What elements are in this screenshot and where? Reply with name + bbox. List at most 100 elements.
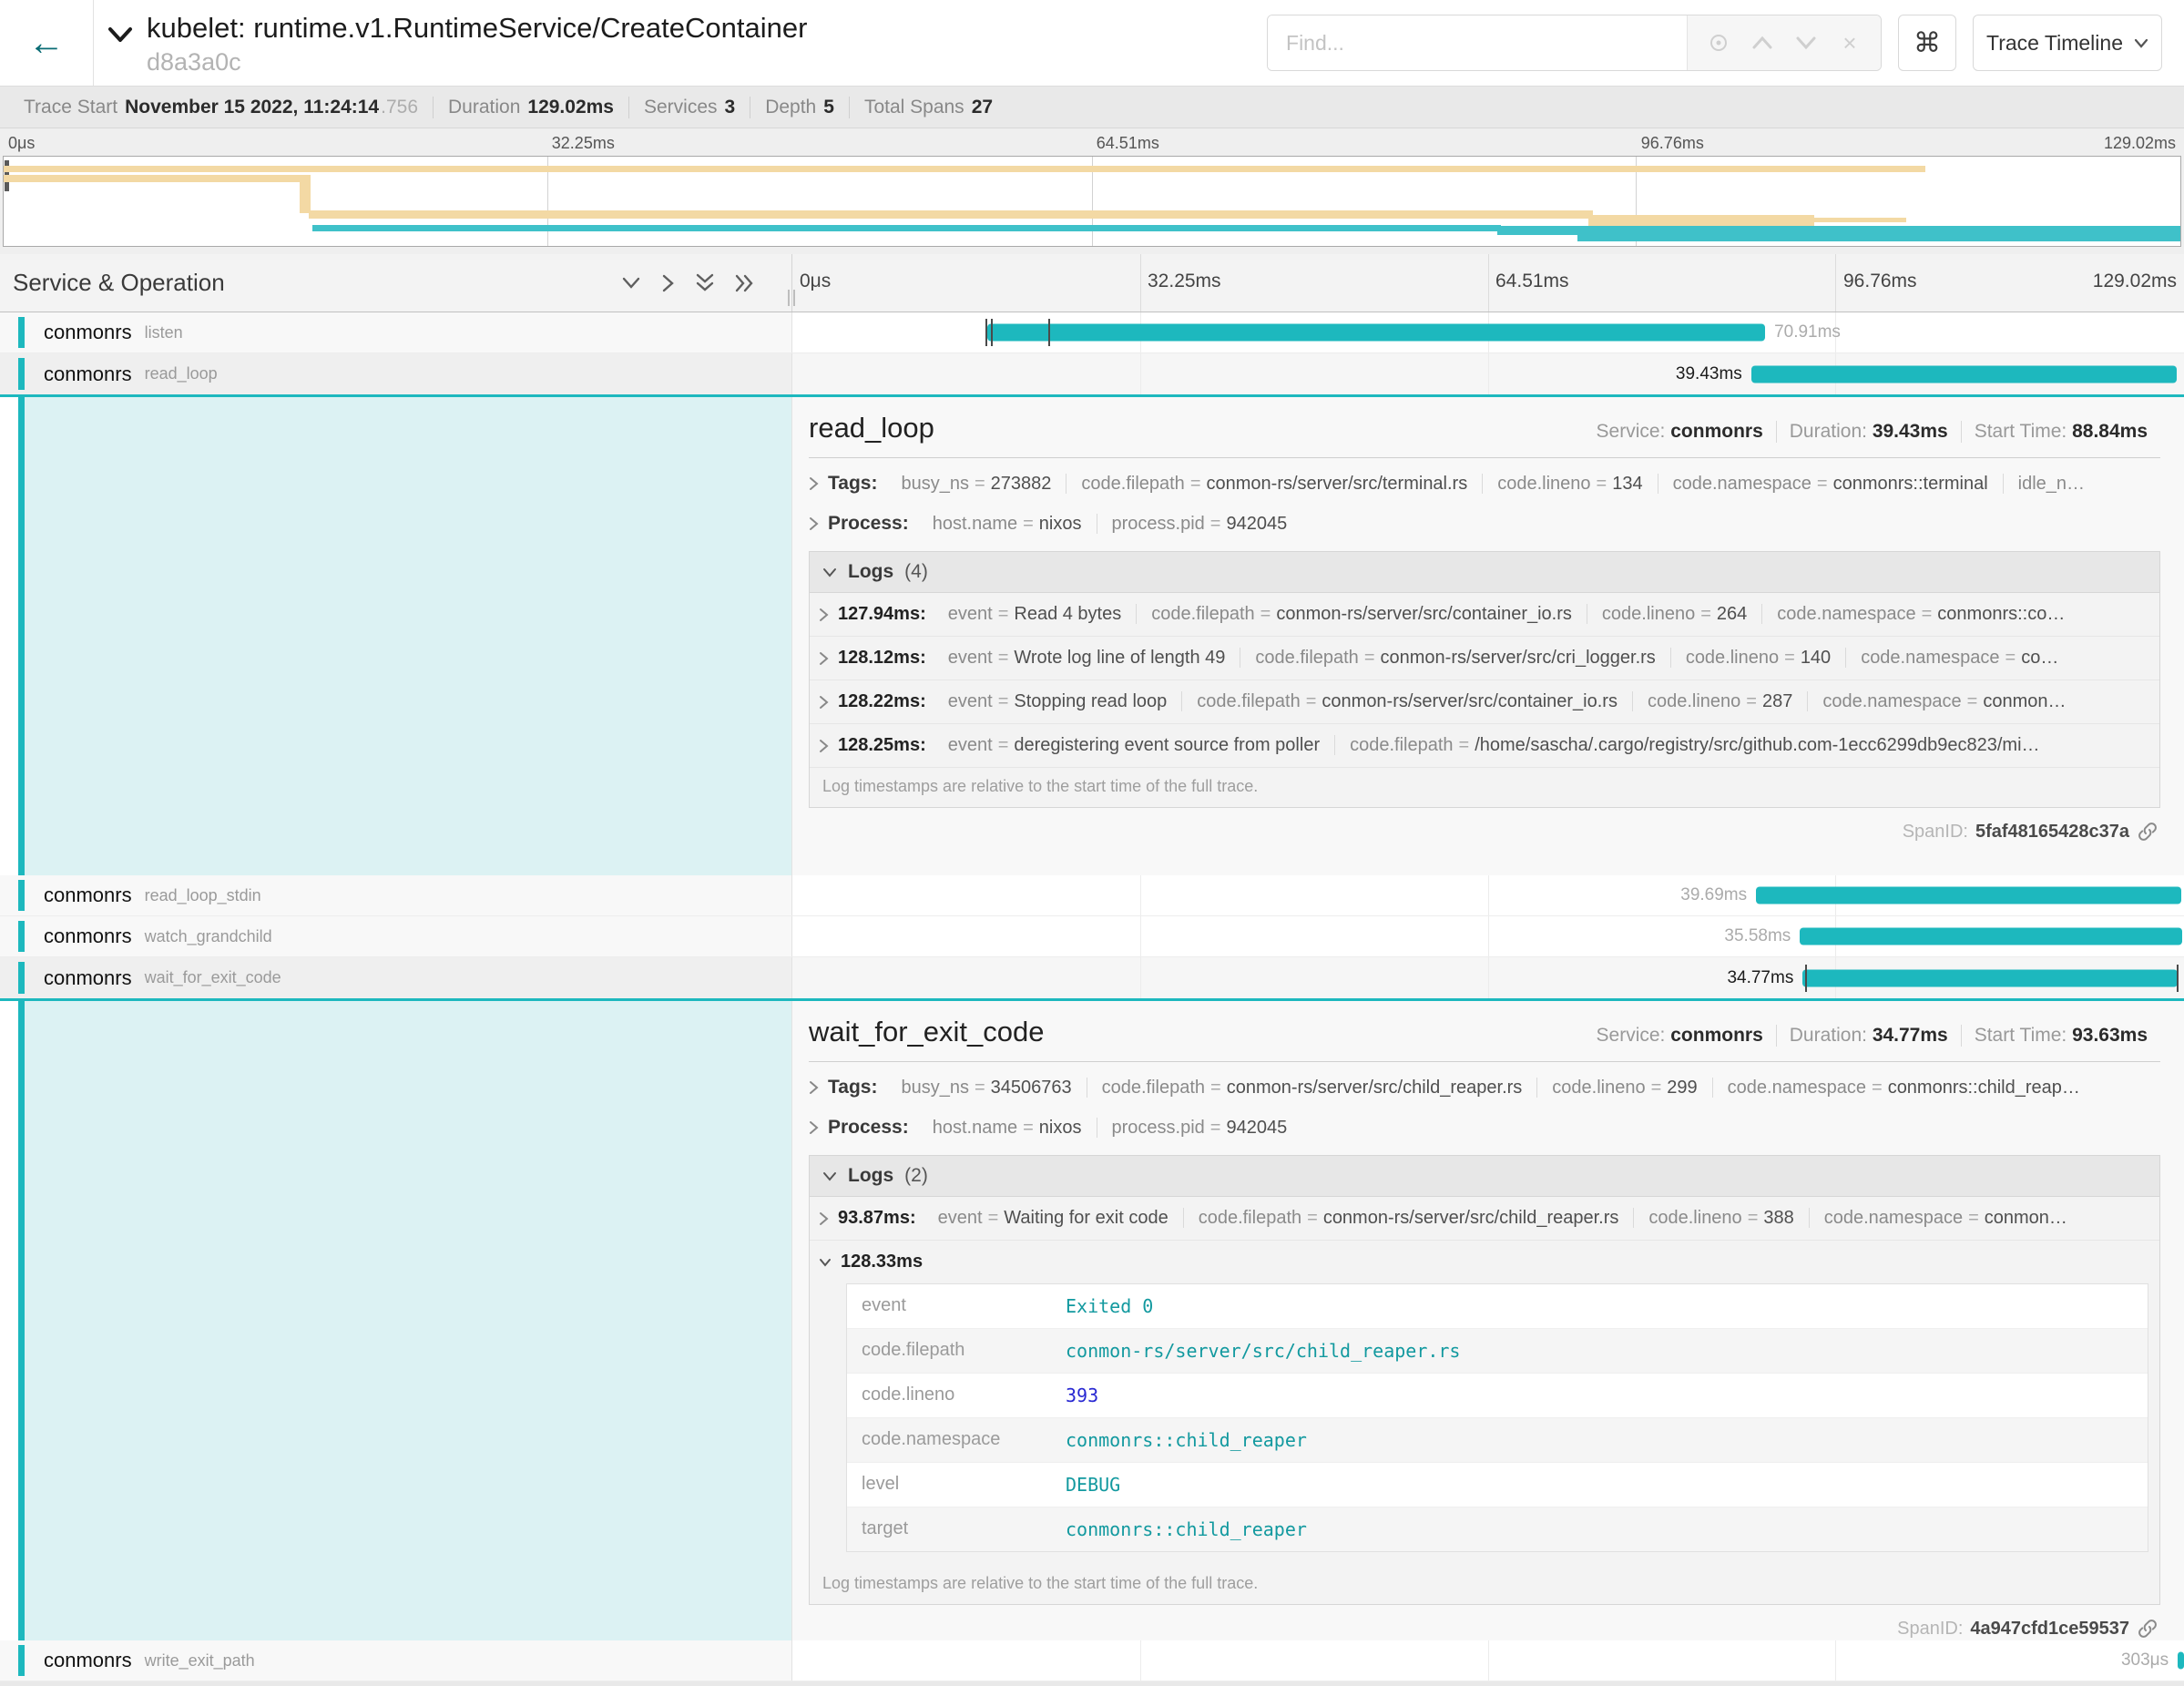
tag-pill: code.namespace=conmonrs::child_reap… (1713, 1078, 2095, 1098)
log-entry[interactable]: 128.25ms: event=deregistering event sour… (810, 724, 2159, 768)
trace-total-spans: Total Spans27 (849, 97, 1007, 118)
back-button[interactable]: ← (0, 0, 94, 86)
chevron-down-icon (822, 567, 837, 577)
view-selector-button[interactable]: Trace Timeline (1973, 15, 2162, 71)
focus-match-icon[interactable] (1700, 32, 1737, 54)
tag-pill: code.filepath=conmon-rs/server/src/child… (1087, 1078, 1538, 1098)
find-icon-group: × (1687, 15, 1881, 70)
minimap-ruler: 0μs 32.25ms 64.51ms 96.76ms 129.02ms (3, 128, 2181, 156)
tag-pill: code.filepath=conmon-rs/server/src/child… (1184, 1208, 1635, 1228)
tags-accordion[interactable]: Tags: busy_ns=273882code.filepath=conmon… (809, 464, 2160, 504)
span-timeline-cell[interactable]: 70.91ms (792, 312, 2184, 353)
tag-pill: code.lineno=264 (1587, 604, 1762, 624)
next-match-icon[interactable] (1788, 36, 1824, 50)
log-entry[interactable]: 128.12ms: event=Wrote log line of length… (810, 637, 2159, 680)
span-row-read-loop: conmonrs read_loop 39.43ms (0, 353, 2184, 397)
span-title: wait_for_exit_code (809, 1016, 1045, 1048)
logs-section: Logs (2) 93.87ms: event=Waiting for exit… (809, 1155, 2160, 1605)
tag-pill: code.lineno=299 (1537, 1078, 1712, 1098)
span-name-cell[interactable]: conmonrs wait_for_exit_code (0, 957, 792, 998)
bottom-strip (0, 1681, 2184, 1686)
span-detail-panel: wait_for_exit_code Service: conmonrs Dur… (792, 1001, 2184, 1640)
collapse-one-icon[interactable] (621, 276, 641, 290)
service-name: conmonrs (44, 321, 132, 344)
span-name-cell[interactable]: conmonrs read_loop_stdin (0, 875, 792, 915)
back-arrow-icon: ← (28, 23, 65, 64)
clear-search-icon[interactable]: × (1832, 29, 1868, 57)
trace-id: d8a3a0c (147, 48, 807, 77)
detail-row-highlight[interactable] (0, 1001, 792, 1640)
span-name-cell[interactable]: conmonrs watch_grandchild (0, 916, 792, 956)
find-input[interactable] (1268, 15, 1687, 70)
log-field-row: event Exited 0 (847, 1284, 2148, 1329)
span-name-cell[interactable]: conmonrs write_exit_path (0, 1640, 792, 1681)
span-duration-bar[interactable] (1751, 365, 2178, 383)
span-duration-bar[interactable] (2178, 1652, 2184, 1670)
log-entry[interactable]: 93.87ms: event=Waiting for exit codecode… (810, 1197, 2159, 1241)
operation-name: read_loop (145, 364, 218, 383)
span-timeline-cell[interactable]: 34.77ms (792, 957, 2184, 998)
minimap-span (309, 210, 1593, 219)
span-id-row: SpanID: 4a947cfd1ce59537 (809, 1605, 2160, 1645)
span-overview: Service: conmonrs Duration: 39.43ms Star… (1584, 421, 2160, 443)
copy-link-icon[interactable] (2137, 1618, 2158, 1640)
span-duration-bar[interactable] (987, 324, 1765, 342)
tag-pill: busy_ns=34506763 (886, 1078, 1087, 1098)
span-duration-label: 39.43ms (1676, 364, 1742, 384)
app-header: ← kubelet: runtime.v1.RuntimeService/Cre… (0, 0, 2184, 87)
span-timeline-cell[interactable]: 35.58ms (792, 916, 2184, 956)
prev-match-icon[interactable] (1744, 36, 1781, 50)
tag-pill: busy_ns=273882 (886, 474, 1066, 494)
span-name-cell[interactable]: conmonrs read_loop (0, 353, 792, 394)
tag-pill: code.lineno=134 (1483, 474, 1658, 494)
operation-name: read_loop_stdin (145, 886, 261, 905)
tag-pill: code.lineno=287 (1633, 691, 1808, 711)
expand-all-icon[interactable] (735, 273, 755, 293)
log-entry-expanded-header[interactable]: 128.33ms (810, 1241, 2159, 1278)
collapse-all-icon[interactable] (695, 273, 715, 293)
log-entry[interactable]: 128.22ms: event=Stopping read loopcode.f… (810, 680, 2159, 724)
chevron-right-icon (809, 1120, 819, 1135)
span-timeline-cell[interactable]: 39.43ms (792, 353, 2184, 394)
log-entry[interactable]: 127.94ms: event=Read 4 bytescode.filepat… (810, 593, 2159, 637)
detail-row-highlight[interactable] (0, 397, 792, 875)
minimap-span (4, 166, 1925, 172)
chevron-right-icon (809, 1080, 819, 1095)
tag-pill: code.lineno=140 (1671, 648, 1846, 668)
trace-depth: Depth5 (750, 97, 849, 118)
span-detail-wait-for-exit-code: wait_for_exit_code Service: conmonrs Dur… (0, 1001, 2184, 1640)
minimap-canvas[interactable] (3, 156, 2181, 247)
chevron-down-icon (2134, 38, 2148, 48)
tag-pill: code.filepath=conmon-rs/server/src/conta… (1137, 604, 1587, 624)
log-field-row: code.namespace conmonrs::child_reaper (847, 1418, 2148, 1463)
span-timeline-cell[interactable]: 39.69ms (792, 875, 2184, 915)
process-accordion[interactable]: Process: host.name=nixosprocess.pid=9420… (809, 1108, 2160, 1148)
log-field-row: level DEBUG (847, 1463, 2148, 1507)
collapse-header-icon[interactable] (107, 26, 134, 46)
logs-footnote: Log timestamps are relative to the start… (810, 768, 2159, 807)
process-accordion[interactable]: Process: host.name=nixosprocess.pid=9420… (809, 504, 2160, 544)
span-duration-bar[interactable] (1800, 928, 2182, 945)
span-timeline-cell[interactable]: 303μs (792, 1640, 2184, 1681)
tags-accordion[interactable]: Tags: busy_ns=34506763code.filepath=conm… (809, 1068, 2160, 1108)
log-marker-tick (1805, 965, 1807, 992)
chevron-right-icon (819, 651, 829, 666)
span-overview: Service: conmonrs Duration: 34.77ms Star… (1584, 1025, 2160, 1047)
span-name-cell[interactable]: conmonrs listen (0, 312, 792, 353)
tag-pill: code.lineno=388 (1634, 1208, 1809, 1228)
logs-accordion-header[interactable]: Logs (2) (810, 1156, 2159, 1197)
span-detail-panel: read_loop Service: conmonrs Duration: 39… (792, 397, 2184, 875)
log-fields-table: event Exited 0 code.filepath conmon-rs/s… (846, 1283, 2148, 1552)
trace-services: Services3 (628, 97, 750, 118)
expand-one-icon[interactable] (661, 273, 675, 293)
copy-link-icon[interactable] (2137, 821, 2158, 843)
timeline-ruler: 0μs 32.25ms 64.51ms 96.76ms 129.02ms (792, 254, 2184, 312)
service-color-bar (18, 358, 25, 390)
keyboard-shortcuts-button[interactable]: ⌘ (1898, 15, 1956, 71)
logs-accordion-header[interactable]: Logs (4) (810, 552, 2159, 593)
chevron-right-icon (809, 516, 819, 531)
tag-pill: code.namespace=conmon… (1810, 1208, 2082, 1228)
span-duration-bar[interactable] (1802, 969, 2178, 986)
chevron-right-icon (819, 1211, 829, 1226)
span-duration-bar[interactable] (1756, 887, 2181, 904)
